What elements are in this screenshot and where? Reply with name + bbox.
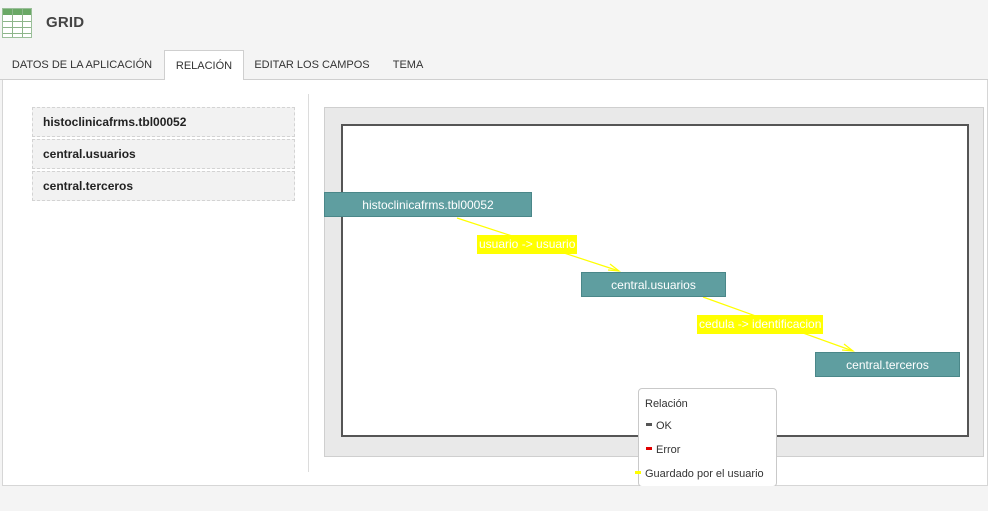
relation-panel: histoclinicafrms.tbl00052 central.usuari… [2,80,988,487]
tab-datos-aplicacion[interactable]: DATOS DE LA APLICACIÓN [4,50,160,80]
edge-label-usuario[interactable]: usuario -> usuario [477,235,578,254]
diagram-node-usuarios[interactable]: central.usuarios [581,272,726,297]
table-item-terceros[interactable]: central.terceros [32,171,295,201]
legend-item-error: Error [645,443,776,457]
edge-label-cedula[interactable]: cedula -> identificacion [697,315,824,334]
legend-item-ok: OK [645,419,776,433]
tab-tema[interactable]: TEMA [384,50,432,80]
footer-strip [0,486,988,511]
diagram-node-tbl00052[interactable]: histoclinicafrms.tbl00052 [324,192,532,217]
legend-label-saved: Guardado por el usuario [645,468,764,480]
legend-title: Relación [645,398,688,410]
panel-divider [308,94,309,472]
legend-swatch-error [646,447,652,450]
app-header: GRID [0,0,988,46]
diagram-node-terceros[interactable]: central.terceros [815,352,960,377]
tab-relacion[interactable]: RELACIÓN [164,50,244,81]
table-item-usuarios[interactable]: central.usuarios [32,139,295,169]
legend-item-saved: Guardado por el usuario [634,467,776,481]
legend-swatch-saved [635,471,641,474]
table-list: histoclinicafrms.tbl00052 central.usuari… [32,107,295,203]
tab-bar: DATOS DE LA APLICACIÓN RELACIÓN EDITAR L… [0,50,988,81]
legend-swatch-ok [646,423,652,426]
relation-legend: Relación OK Error Guardado por el usuari… [635,388,777,487]
legend-label-error: Error [656,444,681,456]
table-item-tbl00052[interactable]: histoclinicafrms.tbl00052 [32,107,295,137]
legend-label-ok: OK [656,420,672,432]
tab-editar-campos[interactable]: EDITAR LOS CAMPOS [247,50,377,80]
spreadsheet-grid-icon [2,8,32,38]
app-title: GRID [46,14,85,31]
